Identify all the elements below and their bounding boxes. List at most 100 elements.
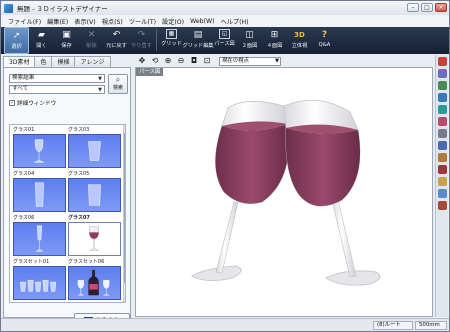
two-view-icon: ◫ (245, 30, 254, 40)
stereo-view-label: 立体視 (291, 43, 308, 49)
material-item[interactable]: グラス04 (12, 171, 67, 213)
material-tool-icon[interactable] (438, 153, 447, 162)
menu-view[interactable]: 表示(V) (71, 17, 98, 26)
fit-view-icon[interactable]: ⊡ (202, 56, 212, 66)
checkbox-checked-icon: ✓ (9, 100, 15, 106)
delete-button[interactable]: ✕ 削除 (79, 27, 104, 54)
glass-thumbnail (68, 222, 121, 256)
stereo-view-button[interactable]: 3D 立体視 (287, 27, 312, 54)
glass-thumbnail (68, 178, 121, 212)
close-button[interactable]: × (435, 3, 447, 12)
grid-edit-label: グリッド編集 (182, 43, 214, 49)
tab-arrange[interactable]: アレンジ (74, 56, 111, 67)
scroll-up-icon[interactable]: ▲ (124, 125, 125, 132)
search-results-dropdown[interactable]: 検索結果 ▼ (9, 74, 105, 83)
menu-bar: ファイル(F) 編集(E) 表示(V) 視点(S) ツール(T) 設定(O) W… (1, 15, 449, 27)
target-tool-icon[interactable] (438, 105, 447, 114)
material-name: グラス07 (68, 215, 90, 221)
material-name: グラス03 (68, 127, 90, 133)
menu-tools[interactable]: ツール(T) (126, 17, 159, 26)
grid-label: グリッド (161, 41, 182, 47)
undo-label: 元に戻す (106, 43, 127, 49)
status-root: (8)ルート (373, 321, 413, 330)
camera-tool-icon[interactable] (438, 141, 447, 150)
open-button[interactable]: ▰ 開く (29, 27, 54, 54)
rotate-icon[interactable]: ⟲ (150, 56, 160, 66)
material-scrollbar[interactable]: ▲ ▼ (123, 125, 125, 302)
move-icon[interactable]: ✥ (137, 56, 147, 66)
material-item[interactable]: グラス05 (67, 171, 122, 213)
zoom-out-icon[interactable]: ⊖ (176, 56, 186, 66)
3d-viewport[interactable]: パース図 (135, 67, 433, 317)
camera-icon[interactable]: ◘ (189, 56, 199, 66)
material-item[interactable]: グラスセット06 (67, 259, 122, 301)
status-size: 500mm (415, 321, 447, 330)
right-wine-glass (283, 99, 381, 286)
rotate-tool-icon[interactable] (438, 93, 447, 102)
menu-web[interactable]: Web(W) (187, 18, 217, 25)
four-view-label: ４面図 (266, 43, 283, 49)
undo-button[interactable]: ↶ 元に戻す (104, 27, 129, 54)
detail-window-label: 詳細ウィンドウ (17, 101, 57, 107)
redo-label: やり直す (131, 43, 152, 49)
wine-glasses-scene (190, 99, 381, 286)
light-tool-icon[interactable] (438, 81, 447, 90)
perspective-label: パース図 (214, 41, 235, 47)
redo-button[interactable]: ↷ やり直す (129, 27, 154, 54)
material-name: グラス05 (68, 171, 90, 177)
search-button[interactable]: ⌕ 検索 (108, 74, 128, 94)
qa-label: Q&A (318, 42, 331, 48)
chevron-down-icon: ▼ (98, 76, 102, 82)
material-grid: グラス01 グラス03 グラス04 グラス05 グラス06 グラス07 グラスセ… (9, 124, 126, 303)
scrollbar-thumb[interactable] (124, 133, 125, 283)
material-item[interactable]: グラス01 (12, 127, 67, 169)
four-view-button[interactable]: ⊞ ４面図 (262, 27, 287, 54)
two-view-button[interactable]: ◫ ２面図 (237, 27, 262, 54)
material-item-selected[interactable]: グラス07 (67, 215, 122, 257)
menu-edit[interactable]: 編集(E) (44, 17, 71, 26)
window-controls: – □ × (407, 3, 447, 12)
sphere-tool-icon[interactable] (438, 69, 447, 78)
category-filter-dropdown[interactable]: すべて ▼ (9, 85, 105, 94)
tab-color[interactable]: 色 (34, 56, 53, 67)
tab-pattern[interactable]: 模様 (51, 56, 76, 67)
maximize-button[interactable]: □ (421, 3, 433, 12)
minimize-button[interactable]: – (407, 3, 419, 12)
menu-file[interactable]: ファイル(F) (5, 17, 44, 26)
chevron-down-icon: ▼ (275, 57, 279, 64)
grid-button[interactable]: ▦ グリッド (159, 27, 184, 54)
material-item[interactable]: グラス03 (67, 127, 122, 169)
glass-thumbnail (68, 266, 121, 300)
qa-button[interactable]: ? Q&A (312, 27, 337, 54)
category-filter-value: すべて (12, 86, 29, 92)
chevron-down-icon: ▼ (98, 87, 102, 93)
grid-edit-button[interactable]: ▤ グリッド編集 (182, 27, 214, 54)
zoom-in-icon[interactable]: ⊕ (163, 56, 173, 66)
save-button[interactable]: ▣ 保存 (54, 27, 79, 54)
detail-window-checkbox[interactable]: ✓ 詳細ウィンドウ (9, 99, 56, 107)
effect-tool-icon[interactable] (438, 165, 447, 174)
delete-label: 削除 (86, 43, 97, 49)
red-tool-icon[interactable] (438, 57, 447, 66)
search-results-value: 検索結果 (12, 75, 35, 81)
scroll-down-icon[interactable]: ▼ (124, 295, 125, 302)
material-item[interactable]: グラスセット01 (12, 259, 67, 301)
tab-3d-material[interactable]: 3D素材 (3, 56, 36, 67)
menu-viewpoint[interactable]: 視点(S) (99, 17, 126, 26)
select-button[interactable]: ➚ 選択 (4, 27, 29, 54)
paint-tool-icon[interactable] (438, 117, 447, 126)
tool-icon[interactable] (438, 201, 447, 210)
menu-help[interactable]: ヘルプ(H) (218, 17, 252, 26)
stereo-3d-icon: 3D (294, 31, 305, 39)
layer-tool-icon[interactable] (438, 189, 447, 198)
viewpoint-select[interactable]: 現在の視点 ▼ (219, 56, 281, 66)
texture-tool-icon[interactable] (438, 177, 447, 186)
left-wine-glass (190, 101, 290, 282)
material-item[interactable]: グラス06 (12, 215, 67, 257)
menu-settings[interactable]: 設定(O) (159, 17, 187, 26)
perspective-button[interactable]: ◱ パース図 (212, 27, 237, 54)
status-bar: (8)ルート 500mm (1, 318, 449, 331)
undo-icon: ↶ (112, 30, 121, 40)
grid-tool-icon[interactable] (438, 129, 447, 138)
app-window: 無題 - ３Ｄイラストデザイナー – □ × ファイル(F) 編集(E) 表示(… (0, 0, 450, 332)
